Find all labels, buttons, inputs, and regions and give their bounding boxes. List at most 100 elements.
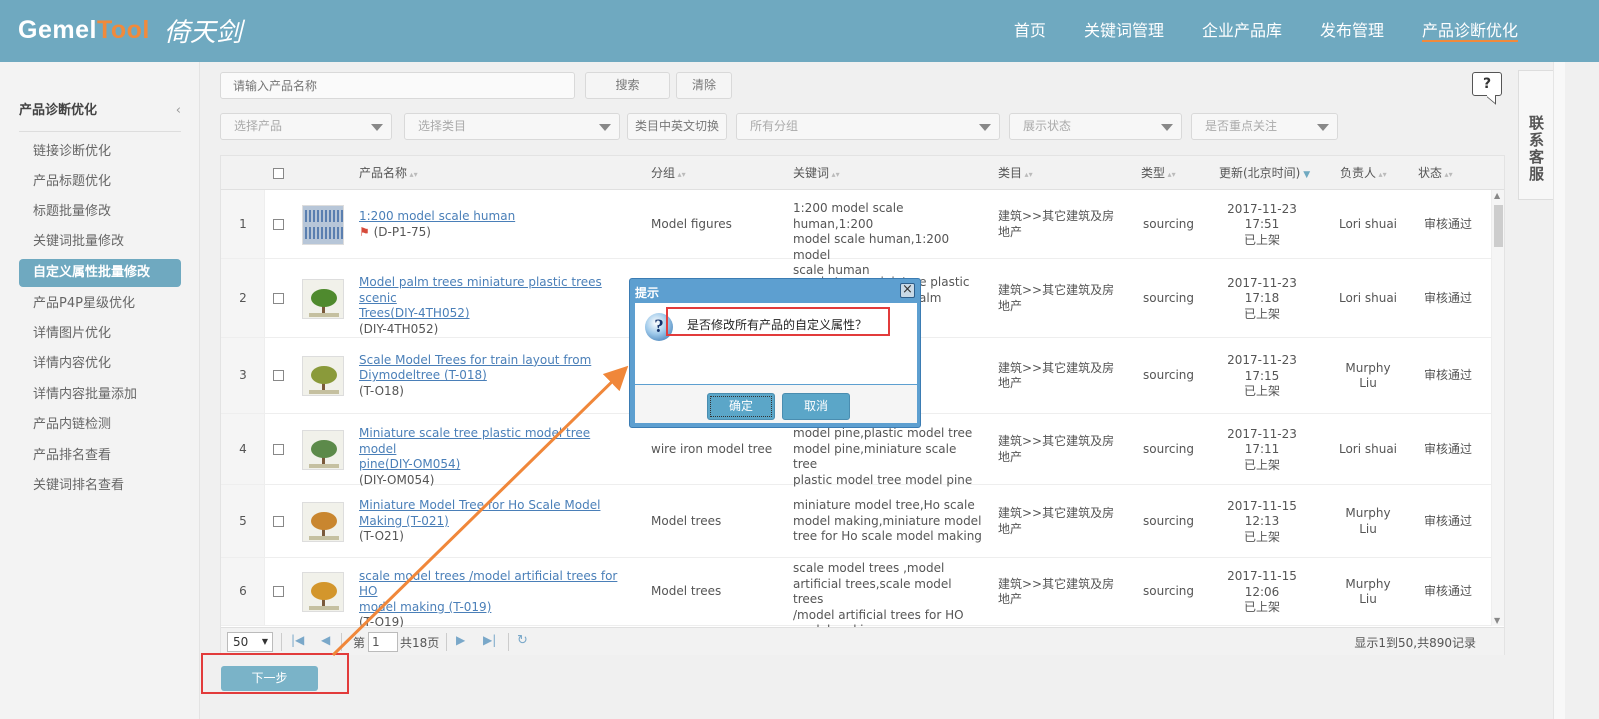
focus-select[interactable]: 是否重点关注 [1191,113,1338,140]
owner-line: Liu [1359,592,1377,606]
col-owner[interactable]: 负责人 [1340,156,1387,190]
product-name-cell: Miniature Model Tree for Ho Scale Model M… [359,498,629,545]
search-button[interactable]: 搜索 [585,72,670,99]
keywords-cell: model pine,plastic model tree model pine,… [793,426,983,488]
nav-product-library[interactable]: 企业产品库 [1183,0,1301,62]
row-checkbox[interactable] [273,370,284,381]
product-title-link[interactable]: 1:200 model scale human [359,209,629,225]
refresh-icon[interactable]: ↻ [517,633,528,648]
scroll-down-icon[interactable]: ▼ [1494,616,1500,625]
page-size-select[interactable]: 50 [227,632,273,652]
prev-page-icon[interactable]: ◀ [321,633,330,647]
nav-publish[interactable]: 发布管理 [1301,0,1403,62]
product-title-link[interactable]: Making (T-021) [359,514,629,530]
clear-button[interactable]: 清除 [676,72,732,99]
product-thumbnail[interactable] [302,572,344,612]
tree-image-icon [303,279,343,318]
nav-product-diagnosis[interactable]: 产品诊断优化 [1403,0,1537,62]
select-all-checkbox[interactable] [273,168,284,179]
product-thumbnail[interactable] [302,356,344,396]
sidebar-item-detail-batch-add[interactable]: 详情内容批量添加 [19,381,181,409]
close-icon[interactable]: × [900,283,915,298]
product-thumbnail[interactable] [302,204,344,245]
sidebar-item-p4p[interactable]: 产品P4P星级优化 [19,290,181,318]
row-checkbox[interactable] [273,292,284,304]
col-keywords[interactable]: 关键词 [793,156,840,190]
group-select[interactable]: 所有分组 [736,113,1000,140]
group-cell: wire iron model tree [651,441,773,456]
sidebar-item-custom-attr-batch[interactable]: 自定义属性批量修改 [19,259,181,287]
col-category[interactable]: 类目 [998,156,1033,190]
table-row: 5 Miniature Model Tree for Ho Scale Model… [221,485,1491,558]
table-header: 产品名称 分组 关键词 类目 类型 更新(北京时间) 负责人 状态 [221,156,1504,190]
product-title-link[interactable]: pine(DIY-OM054) [359,457,629,473]
owner-cell: Lori shuai [1331,442,1405,458]
product-title-link[interactable]: Scale Model Trees for train layout from [359,353,629,369]
col-group[interactable]: 分组 [651,156,686,190]
col-keywords-label: 关键词 [793,166,830,180]
updated-time: 17:11 [1244,442,1280,456]
product-title-link[interactable]: Model palm trees miniature plastic trees… [359,275,629,306]
help-icon[interactable]: ? [1472,72,1502,96]
product-code-text: (T-O18) [359,383,404,398]
product-title-link[interactable]: Miniature Model Tree for Ho Scale Model [359,498,629,514]
product-title-link[interactable]: Miniature scale tree plastic model tree … [359,426,629,457]
product-title-link[interactable]: scale model trees /model artificial tree… [359,569,629,600]
sidebar-item-product-rank[interactable]: 产品排名查看 [19,442,181,470]
app-logo[interactable]: GemelTool 倚天剑 [18,10,242,50]
category-select[interactable]: 选择类目 [404,113,620,140]
col-status[interactable]: 状态 [1418,156,1453,190]
row-checkbox[interactable] [273,443,284,455]
sidebar-item-title-batch[interactable]: 标题批量修改 [19,198,181,226]
row-checkbox[interactable] [273,586,284,597]
table-scrollbar[interactable]: ▲ ▼ [1491,190,1504,626]
scroll-thumb[interactable] [1494,205,1503,247]
group-cell: Model figures [651,216,732,231]
nav-keywords[interactable]: 关键词管理 [1065,0,1183,62]
sidebar-item-keyword-rank[interactable]: 关键词排名查看 [19,472,181,500]
type-cell: sourcing [1143,290,1195,305]
scroll-up-icon[interactable]: ▲ [1494,191,1500,200]
page-scrollbar[interactable] [1553,62,1565,719]
cancel-button[interactable]: 取消 [782,393,850,420]
next-step-button[interactable]: 下一步 [221,666,318,691]
col-product-name-label: 产品名称 [359,166,408,180]
product-title-link[interactable]: Diymodeltree (T-018) [359,368,629,384]
sidebar-item-title-optimize[interactable]: 产品标题优化 [19,168,181,196]
display-status-select[interactable]: 展示状态 [1009,113,1182,140]
nav-home[interactable]: 首页 [995,0,1065,62]
first-page-icon[interactable]: |◀ [291,633,304,647]
product-title-link[interactable]: model making (T-019) [359,600,629,616]
sidebar-item-detail-images[interactable]: 详情图片优化 [19,320,181,348]
product-title-link[interactable]: Trees(DIY-4TH052) [359,306,629,322]
collapse-icon[interactable]: ‹ [176,98,181,124]
product-code-text: (DIY-4TH052) [359,321,439,336]
row-checkbox[interactable] [273,515,284,527]
next-page-icon[interactable]: ▶ [456,633,465,647]
main-nav: 首页 关键词管理 企业产品库 发布管理 产品诊断优化 [995,0,1537,62]
sidebar-item-link-diagnosis[interactable]: 链接诊断优化 [19,138,181,166]
sidebar-item-keyword-batch[interactable]: 关键词批量修改 [19,228,181,256]
status-cell: 审核通过 [1424,290,1473,305]
col-updated[interactable]: 更新(北京时间) [1219,156,1310,190]
last-page-icon[interactable]: ▶| [483,633,496,647]
product-thumbnail[interactable] [302,278,344,319]
category-language-toggle[interactable]: 类目中英文切换 [627,113,727,140]
product-thumbnail[interactable] [302,429,344,470]
group-select-value: 所有分组 [750,119,799,133]
category-line: 地产 [998,449,1023,464]
product-thumbnail[interactable] [302,501,344,542]
product-search-input[interactable] [220,72,575,99]
keyword-line: tree for Ho scale model making [793,529,982,544]
page-number-input[interactable]: 1 [368,632,398,652]
confirm-button[interactable]: 确定 [707,393,775,420]
col-product-name[interactable]: 产品名称 [359,156,418,190]
contact-support-tab[interactable]: 联系客服 [1518,70,1553,200]
sidebar-item-detail-content[interactable]: 详情内容优化 [19,350,181,378]
keyword-line: model pine,plastic model tree [793,426,973,441]
col-type[interactable]: 类型 [1141,156,1176,190]
owner-line: Lori shuai [1338,441,1398,456]
sidebar-item-internal-link[interactable]: 产品内链检测 [19,411,181,439]
row-checkbox[interactable] [273,218,284,230]
product-select[interactable]: 选择产品 [220,113,392,140]
